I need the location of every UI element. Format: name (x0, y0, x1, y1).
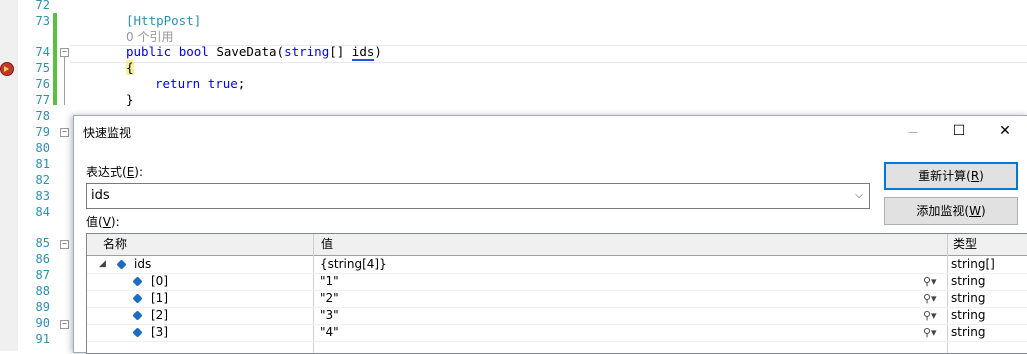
variable-value: "4" (320, 325, 339, 339)
minimize-button[interactable]: — (890, 116, 936, 146)
minimize-icon: — (908, 127, 918, 138)
parameter-ids[interactable]: ids (351, 44, 375, 61)
variable-type: string (951, 308, 986, 322)
variable-value: {string[4]} (320, 257, 387, 271)
dialog-titlebar[interactable]: 快速监视 — ☐ ✕ (74, 116, 1027, 146)
variable-type: string[] (951, 257, 995, 271)
line-number: 87 (35, 268, 50, 282)
variable-name: [1] (151, 291, 168, 305)
maximize-icon: ☐ (952, 123, 966, 139)
collapse-icon[interactable]: − (60, 240, 69, 249)
code-text: [] (329, 44, 352, 59)
keyword: true (207, 76, 238, 91)
variable-type: string (951, 325, 986, 339)
line-number: 81 (35, 157, 50, 171)
watch-grid[interactable]: 名称 值 类型 ◢ ids {string[4]} string[] [0] "… (86, 233, 1027, 354)
code-line-open-brace: { (126, 60, 134, 76)
maximize-button[interactable]: ☐ (936, 116, 982, 146)
variable-value: "3" (320, 308, 339, 322)
quickwatch-dialog: 快速监视 — ☐ ✕ 表达式(E): ids ⌵ 重新计算(R) 添加监视(W)… (73, 115, 1027, 354)
breakpoint-current-line-icon[interactable] (0, 62, 14, 76)
code-text: ; (237, 76, 246, 91)
variable-icon (132, 310, 143, 321)
line-number: 76 (35, 77, 50, 91)
collapse-icon[interactable]: − (60, 320, 69, 329)
codelens-references[interactable]: 0 个引用 (126, 29, 173, 45)
outline-line (64, 57, 65, 105)
variable-name: ids (134, 257, 152, 271)
line-number: 73 (35, 14, 50, 28)
line-number: 75 (35, 61, 50, 75)
variable-type: string (951, 291, 986, 305)
line-number: 72 (35, 0, 50, 12)
variable-icon (132, 276, 143, 287)
table-row[interactable]: [3] "4" ⚲▾ string (87, 324, 1027, 342)
code-attribute: [HttpPost] (126, 13, 202, 28)
variable-name: [3] (151, 325, 168, 339)
line-number: 84 (35, 205, 50, 219)
code-text: ) (374, 44, 382, 59)
keyword: bool (178, 44, 209, 59)
keyword: string (284, 44, 330, 59)
expression-combobox[interactable]: ids ⌵ (86, 183, 870, 209)
line-number: 80 (35, 141, 50, 155)
text-visualizer-icon[interactable]: ⚲▾ (923, 307, 937, 324)
line-number: 90 (35, 316, 50, 330)
line-number: 78 (35, 109, 50, 123)
collapse-icon[interactable]: − (60, 48, 69, 57)
expression-label: 表达式(E): (86, 165, 144, 179)
breakpoint-margin[interactable] (0, 0, 18, 351)
line-number: 88 (35, 284, 50, 298)
text-visualizer-icon[interactable]: ⚲▾ (923, 324, 937, 341)
column-header-type[interactable]: 类型 (949, 234, 977, 255)
variable-type: string (951, 274, 986, 288)
recalculate-button[interactable]: 重新计算(R) (884, 162, 1018, 190)
line-number: 91 (35, 332, 50, 346)
variable-icon (132, 327, 143, 338)
line-number: 77 (35, 93, 50, 107)
variable-icon (116, 259, 127, 270)
change-tracking-bar (53, 13, 57, 105)
collapse-icon[interactable]: − (60, 128, 69, 137)
line-number: 79 (35, 125, 50, 139)
text-visualizer-icon[interactable]: ⚲▾ (923, 273, 937, 290)
grid-header: 名称 值 类型 (87, 234, 1027, 256)
variable-value: "2" (320, 291, 339, 305)
variable-value: "1" (320, 274, 339, 288)
collapse-arrow-icon[interactable]: ◢ (99, 256, 106, 273)
variable-icon (132, 293, 143, 304)
keyword: return (155, 76, 201, 91)
line-number: 86 (35, 252, 50, 266)
line-number: 83 (35, 189, 50, 203)
line-number: 85 (35, 236, 50, 250)
value-label: 值(V): (86, 215, 120, 229)
table-row[interactable]: [2] "3" ⚲▾ string (87, 307, 1027, 325)
close-button[interactable]: ✕ (982, 116, 1027, 146)
variable-name: [2] (151, 308, 168, 322)
line-number: 74 (35, 45, 50, 59)
method-name: SaveData( (208, 44, 285, 59)
column-header-value[interactable]: 值 (317, 234, 333, 255)
text-visualizer-icon[interactable]: ⚲▾ (923, 290, 937, 307)
variable-name: [0] (151, 274, 168, 288)
dialog-title: 快速监视 (83, 126, 132, 140)
keyword: public (126, 44, 172, 59)
table-row[interactable]: [1] "2" ⚲▾ string (87, 290, 1027, 308)
line-number: 89 (35, 300, 50, 314)
open-brace: { (126, 60, 134, 75)
close-icon: ✕ (999, 123, 1011, 139)
column-header-name[interactable]: 名称 (99, 234, 127, 255)
table-row[interactable]: [0] "1" ⚲▾ string (87, 273, 1027, 291)
code-line-return: return true; (155, 76, 245, 92)
expression-input[interactable]: ids (91, 188, 110, 203)
code-line-close-brace: } (126, 92, 134, 107)
table-row[interactable]: ◢ ids {string[4]} string[] (87, 256, 1027, 274)
add-watch-button[interactable]: 添加监视(W) (884, 197, 1018, 225)
chevron-down-icon[interactable]: ⌵ (849, 184, 869, 208)
line-number: 82 (35, 173, 50, 187)
code-line-signature: public bool SaveData(string[] ids) (126, 44, 382, 61)
